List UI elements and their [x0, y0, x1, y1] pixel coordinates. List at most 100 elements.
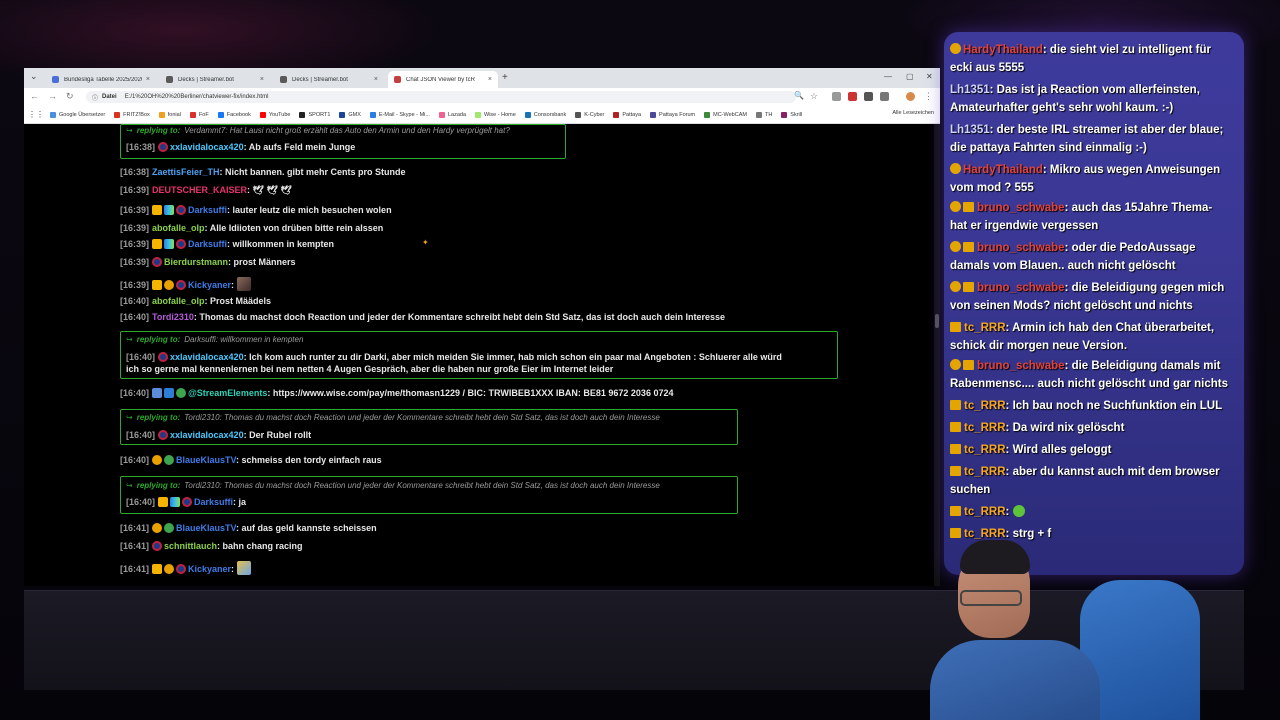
crown-badge-icon: [158, 497, 169, 507]
bookmark-label: Pattaya Forum: [659, 111, 696, 118]
close-icon[interactable]: ×: [260, 76, 264, 83]
username[interactable]: xxlavidalocax420: [170, 352, 244, 362]
reply-label: replying to:: [136, 126, 181, 135]
username[interactable]: schnittlauch: [164, 541, 217, 551]
tab-decks-1[interactable]: Decks | Streamer.bot ×: [160, 71, 270, 88]
bookmark-item[interactable]: Google Übersetzer: [50, 111, 106, 118]
username[interactable]: Darksuffi: [188, 239, 227, 249]
sub-badge-icon: [950, 163, 961, 174]
forward-icon[interactable]: →: [48, 91, 57, 101]
bookmark-icon: [369, 111, 376, 118]
bookmark-item[interactable]: Wise - Home: [475, 111, 516, 118]
close-icon[interactable]: ×: [488, 76, 492, 83]
timestamp: [16:39]: [120, 239, 150, 249]
close-window-button[interactable]: ✕: [926, 72, 933, 81]
url-scheme-label: Datei: [102, 94, 117, 100]
bookmark-item[interactable]: SPORT1: [299, 111, 330, 118]
crown-badge-icon: [963, 282, 974, 292]
timestamp: [16:40]: [126, 430, 156, 440]
overlay-chat-message: Lh1351: der beste IRL streamer ist aber …: [950, 122, 1232, 157]
username[interactable]: Kickyaner: [188, 280, 231, 290]
reply-context: ↪ replying to: Darksuffi: willkommen in ke…: [126, 335, 303, 344]
back-icon[interactable]: ←: [30, 91, 39, 101]
message-text: : bahn chang racing: [217, 541, 303, 551]
tab-chat-viewer[interactable]: Chat JSON Viewer by tcR ×: [388, 71, 498, 88]
message-text: : Ab aufs Feld mein Junge: [243, 142, 356, 152]
username[interactable]: Kickyaner: [188, 564, 231, 574]
uk-flag-badge-icon: [152, 257, 163, 267]
bookmark-item[interactable]: Lazada: [438, 111, 466, 118]
bookmark-label: MC-WebCAM: [713, 111, 747, 118]
puzzle-icon[interactable]: [880, 92, 889, 101]
bookmark-label: Google Übersetzer: [59, 111, 106, 118]
crown-badge-icon: [950, 528, 961, 538]
username[interactable]: @StreamElements: [188, 388, 267, 398]
bookmark-item[interactable]: K-Cyber: [575, 111, 604, 118]
crown-badge-icon: [152, 205, 163, 215]
bookmark-item[interactable]: Pattaya Forum: [650, 111, 696, 118]
zoom-icon[interactable]: 🔍: [794, 91, 804, 100]
bookmark-item[interactable]: FRITZ!Box: [114, 111, 150, 118]
bookmark-icon: [704, 111, 711, 118]
bookmark-item[interactable]: fonial: [158, 111, 181, 118]
bookmark-item[interactable]: Consorsbank: [524, 111, 566, 118]
bookmark-item[interactable]: Skrill: [781, 111, 802, 118]
overlay-username: bruno_schwabe: [977, 282, 1065, 294]
username[interactable]: Darksuffi: [188, 205, 227, 215]
extension-icon[interactable]: [848, 92, 857, 101]
sub-badge-icon: [164, 280, 175, 290]
bookmark-item[interactable]: TH: [755, 111, 772, 118]
apps-icon[interactable]: ⋮⋮: [28, 110, 44, 119]
extension-icon[interactable]: [832, 92, 841, 101]
pride-badge-icon: [164, 239, 175, 249]
username[interactable]: Darksuffi: [194, 497, 233, 507]
url-field[interactable]: ⓘ Datei E:/1%20OH%20%20Berliner/chatview…: [86, 91, 796, 103]
menu-icon[interactable]: ⋮: [924, 91, 933, 102]
scrollbar[interactable]: [934, 124, 940, 586]
minimize-button[interactable]: —: [884, 72, 892, 81]
bookmark-item[interactable]: E-Mail - Skype - Mi...: [369, 111, 430, 118]
bookmark-label: YouTube: [268, 111, 291, 118]
close-icon[interactable]: ×: [374, 76, 378, 83]
bookmark-item[interactable]: MC-WebCAM: [704, 111, 747, 118]
bookmark-icon: [781, 111, 788, 118]
message-text: :: [231, 280, 235, 290]
username[interactable]: xxlavidalocax420: [170, 142, 244, 152]
tab-bar: ⌄ Bundesliga Tabelle 2025/2026 ... × Dec…: [24, 68, 940, 88]
username[interactable]: DEUTSCHER_KAISER: [152, 185, 247, 195]
reload-icon[interactable]: ↻: [66, 91, 74, 102]
bookmark-item[interactable]: YouTube: [259, 111, 291, 118]
username[interactable]: BlaueKlausTV: [176, 523, 236, 533]
message-text: : lauter leutz die mich besuchen wolen: [227, 205, 392, 215]
username[interactable]: Bierdurstmann: [164, 257, 228, 267]
star-icon[interactable]: ☆: [810, 91, 818, 102]
timestamp: [16:40]: [126, 352, 156, 362]
username[interactable]: Tordi2310: [152, 312, 194, 322]
tab-bundesliga[interactable]: Bundesliga Tabelle 2025/2026 ... ×: [46, 71, 156, 88]
timestamp: [16:39]: [120, 257, 150, 267]
sub-badge-icon: [152, 455, 163, 465]
username[interactable]: abofalle_olp: [152, 223, 205, 233]
bookmark-item[interactable]: FoF: [189, 111, 209, 118]
avatar[interactable]: [906, 92, 915, 101]
username[interactable]: BlaueKlausTV: [176, 455, 236, 465]
username[interactable]: abofalle_olp: [152, 296, 205, 306]
bookmark-item[interactable]: GMX: [339, 111, 361, 118]
tab-decks-2[interactable]: Decks | Streamer.bot ×: [274, 71, 384, 88]
bookmark-item[interactable]: Facebook: [217, 111, 251, 118]
extension-icon[interactable]: [864, 92, 873, 101]
new-tab-button[interactable]: +: [502, 72, 508, 83]
all-bookmarks-link[interactable]: Alle Lesezeichen: [892, 110, 934, 116]
bookmark-item[interactable]: Pattaya: [613, 111, 641, 118]
streamer-shirt: [930, 640, 1100, 720]
bookmark-icon: [217, 111, 224, 118]
username[interactable]: xxlavidalocax420: [170, 430, 244, 440]
crown-badge-icon: [950, 422, 961, 432]
tab-search-icon[interactable]: ⌄: [30, 71, 38, 82]
maximize-button[interactable]: ▢: [906, 72, 914, 81]
username[interactable]: ZaettisFeier_TH: [152, 167, 220, 177]
close-icon[interactable]: ×: [146, 76, 150, 83]
streamer-hair: [960, 540, 1030, 574]
overlay-username: Lh1351: [950, 124, 990, 136]
sub-badge-icon: [152, 523, 163, 533]
